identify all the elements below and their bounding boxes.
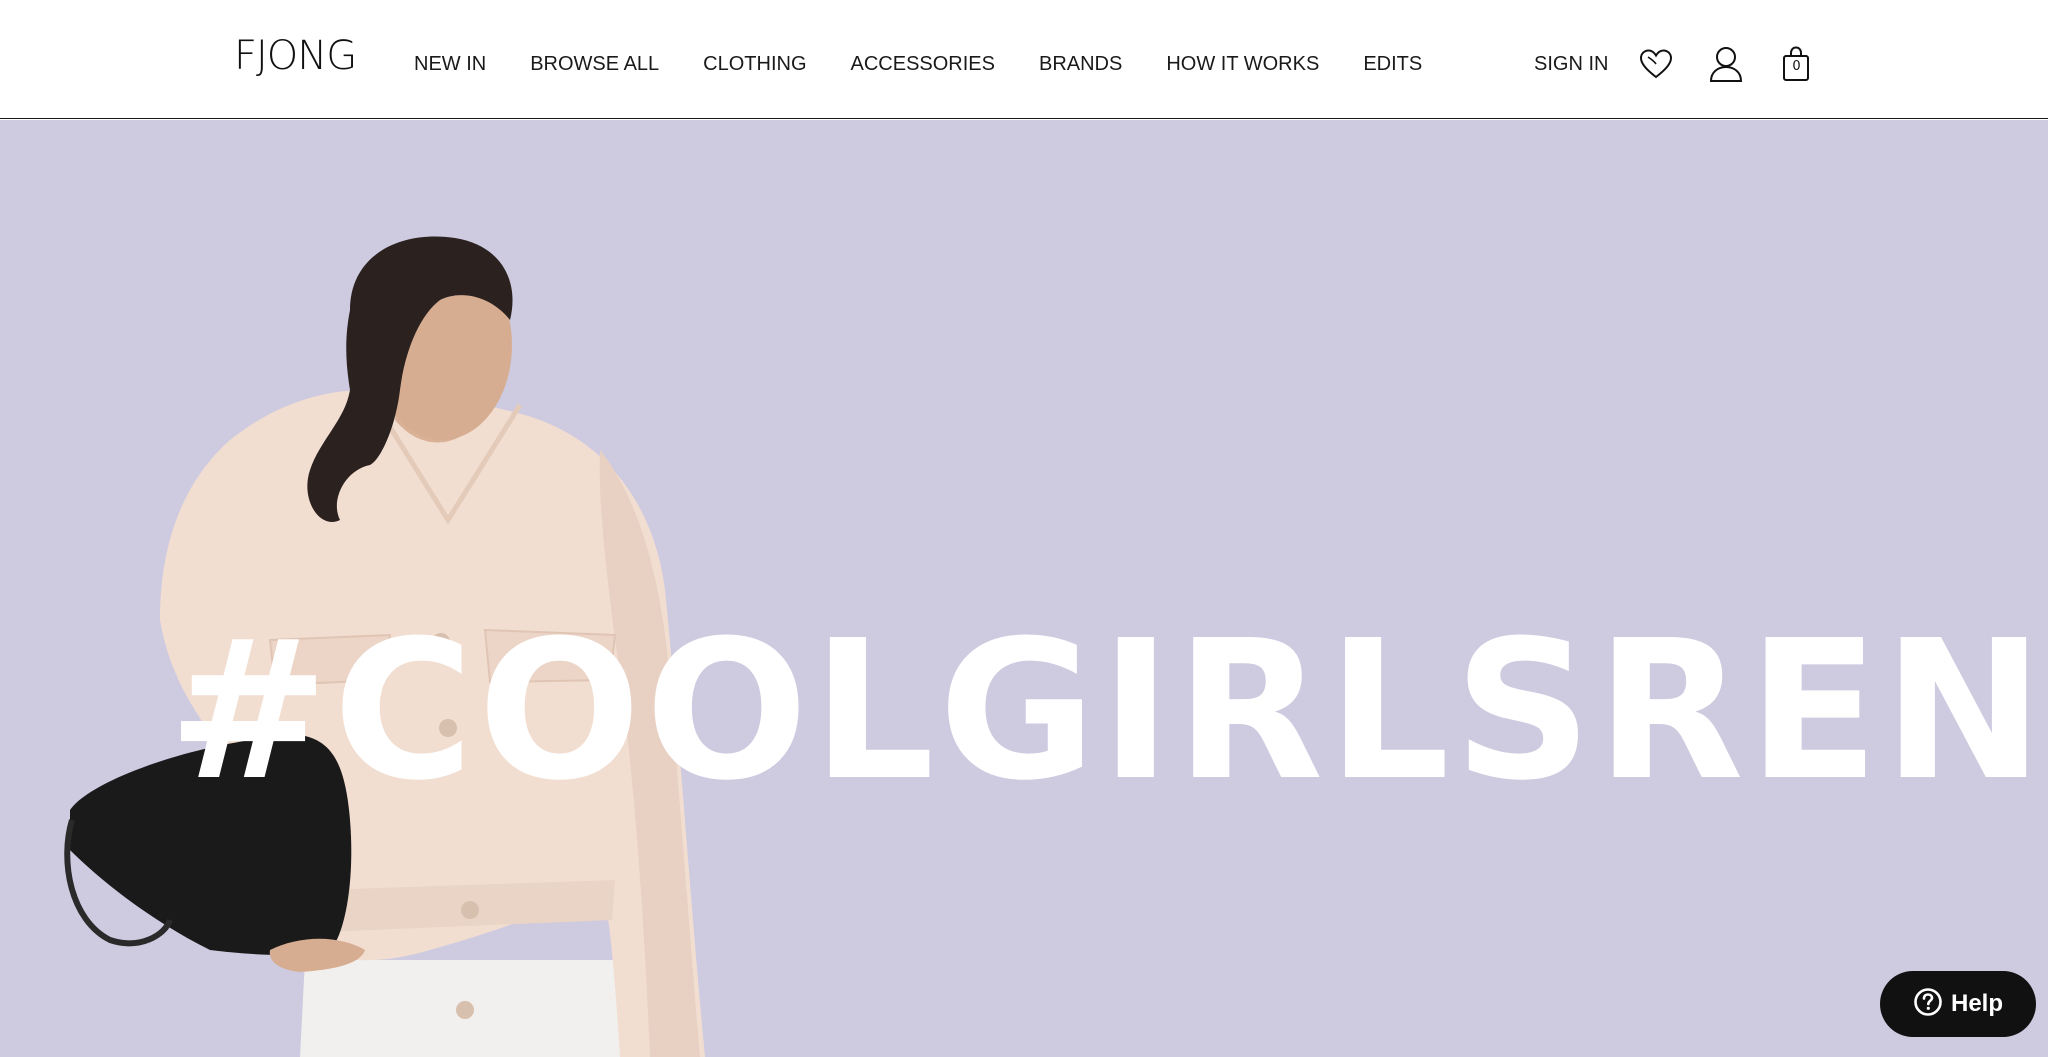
question-circle-icon — [1913, 987, 1943, 1022]
help-button[interactable]: Help — [1880, 971, 2036, 1037]
nav-item-clothing[interactable]: CLOTHING — [703, 52, 806, 76]
nav-item-how-it-works[interactable]: HOW IT WORKS — [1166, 52, 1319, 76]
shopping-bag-icon[interactable]: 0 — [1776, 44, 1816, 84]
heart-icon[interactable] — [1636, 44, 1676, 84]
help-label: Help — [1950, 990, 2003, 1017]
nav-item-accessories[interactable]: ACCESSORIES — [851, 52, 995, 76]
user-icon[interactable] — [1706, 44, 1746, 84]
site-header: FJONG NEW IN BROWSE ALL CLOTHING ACCESSO… — [0, 0, 2048, 119]
hero-banner: #COOLGIRLSRENT — [0, 120, 2048, 1057]
nav-item-browse-all[interactable]: BROWSE ALL — [530, 52, 659, 76]
nav-item-new-in[interactable]: NEW IN — [414, 52, 486, 76]
main-nav: NEW IN BROWSE ALL CLOTHING ACCESSORIES B… — [414, 52, 1422, 76]
brand-logo[interactable]: FJONG — [234, 36, 357, 76]
sign-in-link[interactable]: SIGN IN — [1534, 52, 1608, 76]
hero-model-image — [64, 236, 705, 1057]
nav-item-edits[interactable]: EDITS — [1363, 52, 1422, 76]
header-actions: SIGN IN 0 — [1534, 44, 1816, 84]
cart-count: 0 — [1792, 59, 1801, 74]
nav-item-brands[interactable]: BRANDS — [1039, 52, 1122, 76]
hero-headline: #COOLGIRLSRENT — [168, 600, 2048, 823]
